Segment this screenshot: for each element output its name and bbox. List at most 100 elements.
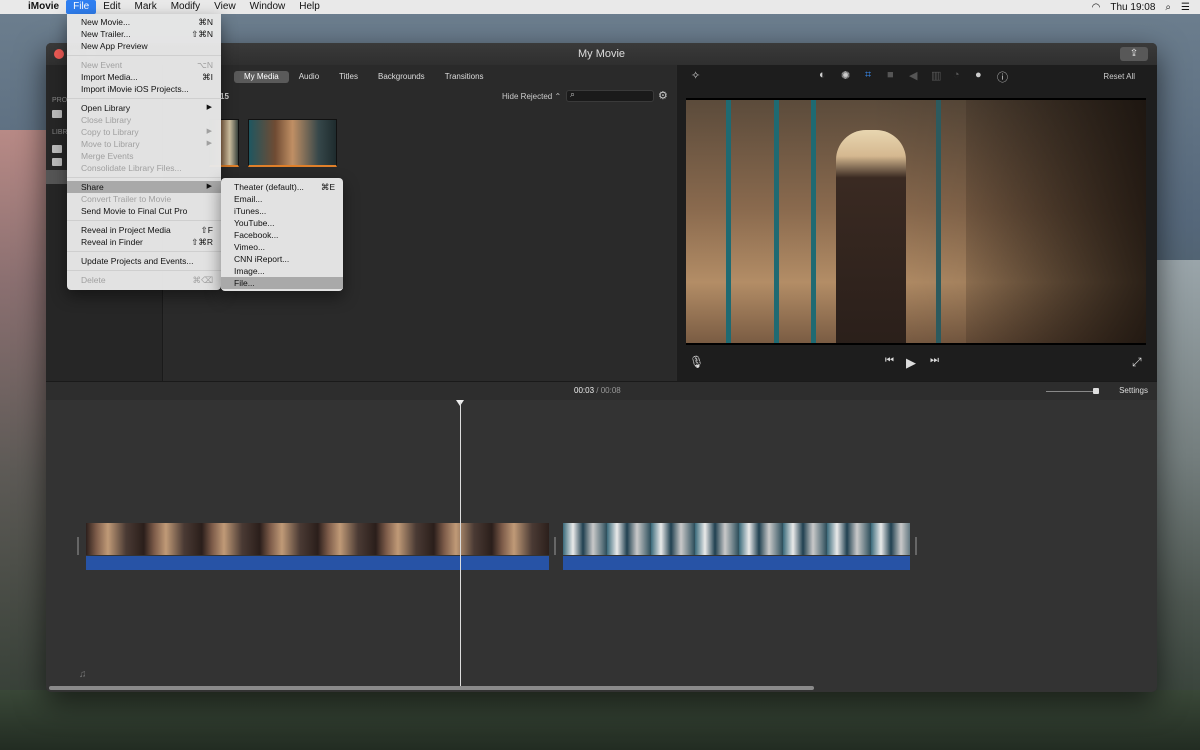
volume-icon[interactable]: ◀ — [909, 69, 917, 82]
close-window-button[interactable] — [54, 49, 64, 59]
adjustment-toolbar: ✧ ◐ ✺ ⌗ ■ ◀ ▥ ◔ ● ⓘ Reset All — [677, 69, 1157, 85]
share-item-vimeo[interactable]: Vimeo... — [221, 241, 343, 253]
share-item-image[interactable]: Image... — [221, 265, 343, 277]
shadow-area — [966, 100, 1146, 343]
notification-center-icon[interactable]: ☰ — [1181, 2, 1190, 13]
skip-forward-icon[interactable]: ⏭ — [930, 355, 939, 366]
imovie-theater-icon[interactable] — [52, 145, 62, 153]
speed-icon[interactable]: ◔ — [953, 69, 960, 81]
menu-item-import-media[interactable]: Import Media... ⌘I — [67, 71, 221, 83]
color-correction-icon[interactable]: ✺ — [841, 69, 850, 82]
color-balance-icon[interactable]: ◐ — [819, 69, 826, 81]
reset-all-button[interactable]: Reset All — [1103, 72, 1135, 81]
menu-item-new-movie[interactable]: New Movie... ⌘N — [67, 16, 221, 28]
tab-backgrounds[interactable]: Backgrounds — [368, 71, 435, 83]
timeline-clip[interactable] — [563, 523, 910, 570]
menu-item-send-to-final-cut[interactable]: Send Movie to Final Cut Pro — [67, 205, 221, 217]
menu-clock[interactable]: Thu 19:08 — [1110, 2, 1155, 13]
menu-modify[interactable]: Modify — [164, 0, 207, 14]
menu-item-new-trailer[interactable]: New Trailer... ⇧⌘N — [67, 28, 221, 40]
menu-item-close-library[interactable]: Close Library — [67, 114, 221, 126]
menu-item-share[interactable]: Share ▶ — [67, 181, 221, 193]
tab-titles[interactable]: Titles — [329, 71, 368, 83]
zoom-slider-track[interactable] — [1046, 391, 1096, 392]
share-item-itunes[interactable]: iTunes... — [221, 205, 343, 217]
menu-item-open-library[interactable]: Open Library ▶ — [67, 102, 221, 114]
menu-item-new-app-preview[interactable]: New App Preview — [67, 40, 221, 52]
submenu-arrow-icon: ▶ — [206, 140, 212, 147]
menu-item-convert-trailer[interactable]: Convert Trailer to Movie — [67, 193, 221, 205]
hide-rejected-popup[interactable]: Hide Rejected ⌃ — [502, 92, 561, 101]
menu-item-new-event[interactable]: New Event ⌥N — [67, 59, 221, 71]
menu-window[interactable]: Window — [243, 0, 293, 14]
spotlight-search-icon[interactable]: ⌕ — [1165, 2, 1171, 13]
timecode-display: 00:03 / 00:08 — [574, 386, 621, 395]
current-time: 00:03 — [574, 386, 595, 395]
timeline-horizontal-scrollbar[interactable] — [49, 686, 814, 690]
info-icon[interactable]: ⓘ — [997, 69, 1008, 85]
tab-transitions[interactable]: Transitions — [435, 71, 494, 83]
fullscreen-icon[interactable]: ⤢ — [1132, 355, 1142, 370]
menu-item-consolidate-library-files[interactable]: Consolidate Library Files... — [67, 162, 221, 174]
desktop-wallpaper-trees — [0, 690, 1200, 750]
wifi-icon[interactable]: ◠ — [1092, 2, 1101, 13]
share-item-facebook[interactable]: Facebook... — [221, 229, 343, 241]
tab-audio[interactable]: Audio — [289, 71, 329, 83]
playback-controls: 🎙 ⏮ ▶ ⏭ ⤢ — [677, 355, 1157, 375]
tab-my-media[interactable]: My Media — [234, 71, 289, 83]
menu-item-import-ios-projects[interactable]: Import iMovie iOS Projects... — [67, 83, 221, 95]
desktop-wallpaper-right — [1154, 260, 1200, 750]
menu-item-copy-to-library[interactable]: Copy to Library ▶ — [67, 126, 221, 138]
menu-item-reveal-in-project-media[interactable]: Reveal in Project Media ⇧F — [67, 224, 221, 236]
menu-item-delete[interactable]: Delete ⌘⌫ — [67, 274, 221, 286]
clip-trim-handle[interactable] — [915, 537, 917, 555]
magic-wand-icon[interactable]: ✧ — [691, 69, 700, 82]
clip-audio-waveform — [563, 556, 910, 570]
share-icon: ⇪ — [1129, 48, 1139, 59]
browser-filter-bar: 15 Hide Rejected ⌃ ⌕ ⚙ — [164, 89, 676, 105]
background-music-icon: ♫ — [79, 669, 87, 680]
browser-settings-gear-icon[interactable]: ⚙ — [658, 89, 668, 102]
equalizer-icon[interactable]: ▥ — [931, 69, 941, 82]
timeline-clip[interactable] — [86, 523, 549, 570]
menu-file[interactable]: File — [66, 0, 97, 14]
menu-app-name[interactable]: iMovie — [21, 0, 66, 14]
window-frame-bar — [726, 100, 731, 343]
play-icon[interactable]: ▶ — [906, 355, 916, 371]
library-grid-icon[interactable] — [52, 158, 62, 166]
menu-separator — [67, 251, 221, 252]
menu-extras: ◠ Thu 19:08 ⌕ ☰ — [1092, 2, 1200, 13]
menu-mark[interactable]: Mark — [127, 0, 163, 14]
filter-icon[interactable]: ● — [975, 69, 982, 81]
skip-back-icon[interactable]: ⏮ — [885, 355, 894, 366]
share-item-email[interactable]: Email... — [221, 193, 343, 205]
zoom-slider-knob[interactable] — [1093, 388, 1099, 394]
total-time: 00:08 — [600, 386, 621, 395]
timeline-settings-button[interactable]: Settings — [1119, 386, 1148, 395]
share-button[interactable]: ⇪ — [1120, 47, 1148, 61]
clip-trim-handle[interactable] — [554, 537, 556, 555]
menu-item-update-projects-events[interactable]: Update Projects and Events... — [67, 255, 221, 267]
menu-item-merge-events[interactable]: Merge Events — [67, 150, 221, 162]
stabilization-icon[interactable]: ■ — [887, 69, 894, 81]
search-input[interactable]: ⌕ — [566, 89, 654, 102]
search-icon: ⌕ — [570, 89, 576, 99]
submenu-arrow-icon: ▶ — [206, 128, 212, 135]
projects-icon[interactable] — [52, 110, 62, 118]
crop-icon[interactable]: ⌗ — [865, 69, 871, 82]
voiceover-microphone-icon[interactable]: 🎙 — [689, 355, 704, 369]
menu-view[interactable]: View — [207, 0, 243, 14]
share-item-file[interactable]: File... — [221, 277, 343, 289]
share-item-theater[interactable]: Theater (default)... ⌘E — [221, 181, 343, 193]
menu-edit[interactable]: Edit — [96, 0, 127, 14]
desktop-wallpaper-left — [0, 130, 48, 750]
menu-item-move-to-library[interactable]: Move to Library ▶ — [67, 138, 221, 150]
media-thumbnail[interactable] — [248, 119, 337, 167]
video-preview-frame[interactable] — [686, 98, 1146, 345]
share-item-youtube[interactable]: YouTube... — [221, 217, 343, 229]
menu-item-reveal-in-finder[interactable]: Reveal in Finder ⇧⌘R — [67, 236, 221, 248]
share-item-cnn-ireport[interactable]: CNN iReport... — [221, 253, 343, 265]
menu-help[interactable]: Help — [292, 0, 327, 14]
clip-trim-handle[interactable] — [77, 537, 79, 555]
playhead-line[interactable] — [460, 402, 461, 686]
